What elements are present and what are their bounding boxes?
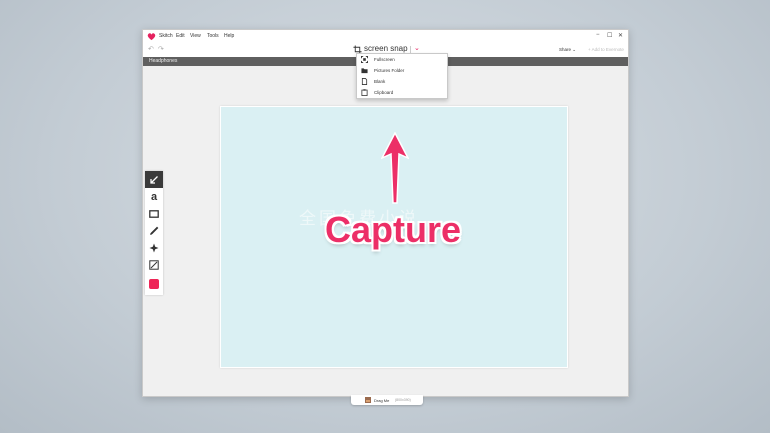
drag-me-bar[interactable]: Drag Me (800x390) xyxy=(351,395,423,405)
crop-resize-icon xyxy=(149,259,159,270)
dropdown-item-clipboard[interactable]: Clipboard xyxy=(357,87,447,98)
tab-headphones[interactable]: Headphones xyxy=(149,58,177,64)
menu-skitch[interactable]: Skitch xyxy=(159,33,173,39)
blank-page-icon xyxy=(361,78,368,85)
menu-edit[interactable]: Edit xyxy=(176,33,185,39)
crop-resize-tool[interactable] xyxy=(145,256,163,273)
dropdown-item-fullscreen[interactable]: Fullscreen xyxy=(357,54,447,65)
redo-button[interactable]: ↷ xyxy=(158,45,164,53)
clipboard-icon xyxy=(361,89,368,96)
menu-view[interactable]: View xyxy=(190,33,201,39)
image-thumbnail-icon xyxy=(365,397,371,403)
chevron-down-icon[interactable]: ⌄ xyxy=(414,44,420,52)
maximize-button[interactable]: ☐ xyxy=(607,32,612,39)
dropdown-label-clipboard: Clipboard xyxy=(374,90,394,95)
annotation-toolbar: a xyxy=(145,171,163,295)
folder-icon xyxy=(361,68,368,74)
text-tool[interactable]: a xyxy=(145,188,163,205)
fullscreen-icon xyxy=(361,56,368,63)
drag-me-label: Drag Me xyxy=(374,398,390,403)
arrow-tool[interactable] xyxy=(145,171,163,188)
rectangle-icon xyxy=(149,209,159,218)
image-canvas[interactable]: 全国免费小说 Capture xyxy=(220,106,568,368)
screen-snap-button[interactable]: screen snap xyxy=(364,44,408,53)
minimize-button[interactable]: − xyxy=(596,32,600,38)
color-picker-swatch[interactable] xyxy=(149,279,159,289)
image-size-label: (800x390) xyxy=(395,398,411,402)
screen-snap-dropdown: Fullscreen Pictures Folder Blank Clipboa… xyxy=(356,53,448,99)
pen-icon xyxy=(150,226,159,235)
arrow-tool-icon xyxy=(150,175,158,184)
menu-bar: Skitch Edit View Tools Help − ☐ ✕ xyxy=(143,30,628,43)
add-to-evernote-button[interactable]: + Add to Evernote xyxy=(588,47,624,52)
undo-button[interactable]: ↶ xyxy=(148,45,154,53)
menu-tools[interactable]: Tools xyxy=(207,33,219,39)
arrow-annotation[interactable] xyxy=(381,132,409,204)
capture-annotation[interactable]: Capture xyxy=(325,209,461,251)
dropdown-label-fullscreen: Fullscreen xyxy=(374,57,395,62)
share-button[interactable]: Share ⌄ xyxy=(559,47,576,53)
skitch-logo-icon xyxy=(147,33,156,41)
text-tool-icon: a xyxy=(150,190,158,203)
dropdown-item-blank[interactable]: Blank xyxy=(357,76,447,87)
dropdown-item-pictures-folder[interactable]: Pictures Folder xyxy=(357,65,447,76)
marker-tool[interactable] xyxy=(145,222,163,239)
shape-tool[interactable] xyxy=(145,205,163,222)
dropdown-label-blank: Blank xyxy=(374,79,386,84)
close-button[interactable]: ✕ xyxy=(618,32,623,39)
dropdown-label-pictures-folder: Pictures Folder xyxy=(374,68,405,73)
stamp-icon xyxy=(149,243,159,252)
stamp-tool[interactable] xyxy=(145,239,163,256)
menu-help[interactable]: Help xyxy=(224,33,234,39)
